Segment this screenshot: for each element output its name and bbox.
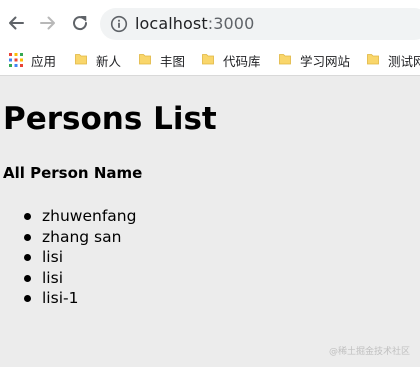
browser-chrome: localhost:3000 应用 新人 丰图 代码库 学习网站 测试网 [0,0,420,76]
folder-icon [201,52,215,66]
bookmark-label: 学习网站 [300,54,351,69]
bookmark-label: 测试网 [388,54,420,69]
folder-icon [278,52,292,66]
url-text[interactable]: localhost:3000 [135,14,254,33]
bullet-icon [24,274,31,282]
url-host: localhost [135,14,208,33]
arrow-left-icon [6,13,26,33]
reload-icon [70,13,90,33]
folder-icon [366,52,380,66]
bullet-icon [24,233,31,241]
info-icon[interactable] [110,15,128,33]
reload-button[interactable] [70,13,90,33]
person-name: lisi [42,268,63,287]
url-port: :3000 [207,14,255,33]
bookmarks-bar: 应用 新人 丰图 代码库 学习网站 测试网 [0,46,420,76]
arrow-right-icon [38,13,58,33]
person-name: zhuwenfang [42,207,137,225]
page-content: Persons List All Person Name zhuwenfang … [0,76,420,367]
back-button[interactable] [6,13,26,33]
bullet-icon [24,254,31,261]
person-name: zhang san [42,227,122,246]
address-bar[interactable]: localhost:3000 [100,8,420,40]
bullet-icon [24,213,31,220]
apps-link[interactable]: 应用 [31,51,56,70]
browser-toolbar: localhost:3000 [0,0,420,46]
watermark: @稀土掘金技术社区 [328,347,410,357]
bookmark-label: 丰图 [160,54,186,69]
forward-button[interactable] [38,13,58,33]
person-name: lisi-1 [42,289,79,307]
section-heading: All Person Name [3,164,143,182]
page-title: Persons List [3,101,217,137]
folder-icon [138,52,152,66]
bullet-icon [24,295,31,302]
bookmark-label: 新人 [96,54,122,69]
folder-icon [74,52,88,66]
person-name: lisi [42,248,63,266]
bookmark-label: 代码库 [223,54,261,69]
apps-grid-icon[interactable] [9,53,23,67]
